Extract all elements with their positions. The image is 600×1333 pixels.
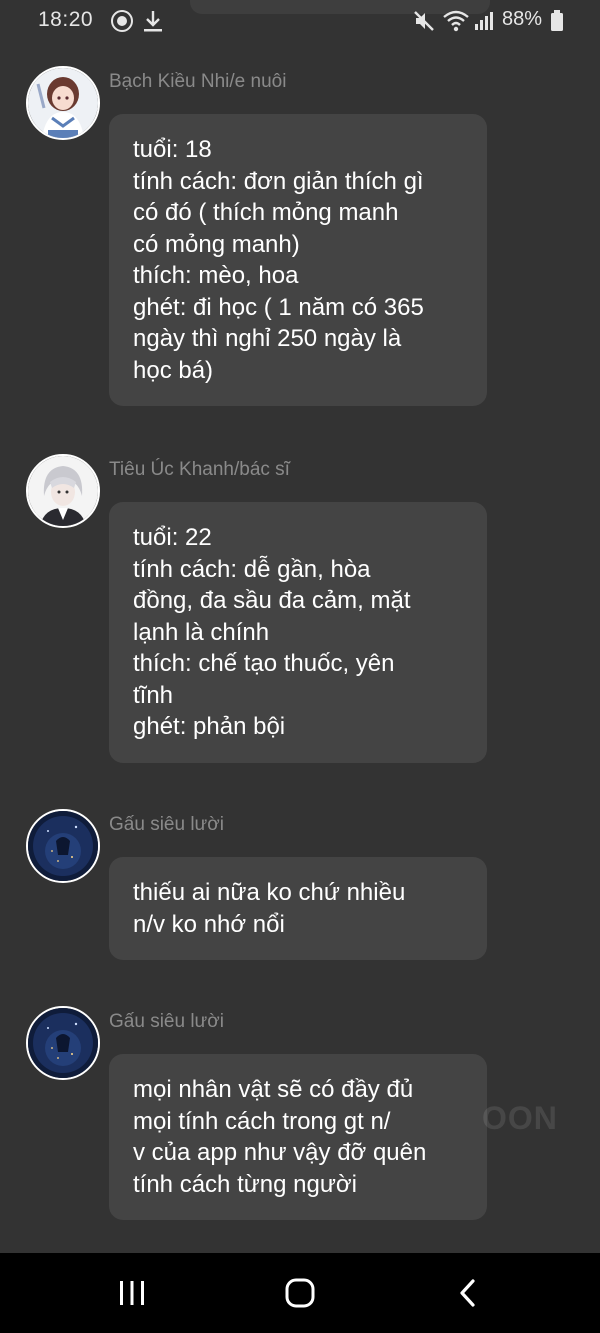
message-line: thích: chế tạo thuốc, yên [133, 650, 395, 677]
back-icon [460, 1279, 475, 1307]
message-line: có mỏng manh) [133, 230, 300, 258]
download-icon [142, 9, 164, 38]
mute-icon [412, 9, 436, 38]
message-line: tuổi: 18 [133, 136, 212, 163]
message-line: n/v ko nhớ nổi [133, 910, 285, 938]
message-bubble[interactable]: tuổi: 22 tính cách: dễ gần, hòa đồng, đa… [109, 502, 487, 763]
sender-name: Gấu siêu lười [109, 814, 224, 835]
home-button[interactable] [270, 1271, 330, 1315]
navigation-bar [0, 1253, 600, 1333]
status-bar: 18:20 88% [0, 0, 600, 42]
message-line: thiếu ai nữa ko chứ nhiều [133, 879, 406, 906]
sender-avatar[interactable] [26, 454, 100, 528]
app-watermark: OON [482, 1100, 558, 1136]
message-line: ghét: đi học ( 1 năm có 365 [133, 293, 424, 321]
message-line: ghét: phản bội [133, 713, 286, 740]
sender-name: Gấu siêu lười [109, 1011, 224, 1032]
sender-avatar[interactable] [26, 1006, 100, 1080]
message-line: học bá) [133, 356, 214, 384]
message-line: tĩnh [133, 681, 174, 709]
status-time: 18:20 [38, 8, 94, 31]
message-line: tính cách: dễ gần, hòa [133, 555, 371, 583]
message-line: đồng, đa sầu đa cảm, mặt [133, 587, 411, 614]
sender-avatar[interactable] [26, 809, 100, 883]
message-line: mọi nhân vật sẽ có đầy đủ [133, 1076, 414, 1103]
message-bubble[interactable]: tuổi: 18 tính cách: đơn giản thích gì có… [109, 114, 487, 406]
message-line: mọi tính cách trong gt n/ [133, 1107, 391, 1135]
message-line: tính cách: đơn giản thích gì [133, 167, 424, 195]
sender-name: Bạch Kiều Nhi/e nuôi [109, 71, 287, 92]
message-line: tuổi: 22 [133, 524, 212, 551]
message-line: có đó ( thích mỏng manh [133, 199, 399, 226]
back-button[interactable] [438, 1271, 498, 1315]
message-line: v của app như vậy đỡ quên [133, 1139, 427, 1166]
message-line: tính cách từng người [133, 1170, 357, 1198]
message-line: ngày thì nghỉ 250 ngày là [133, 325, 402, 352]
night-sky-avatar [28, 1008, 98, 1078]
anime-girl-avatar [28, 68, 98, 138]
message-bubble[interactable]: thiếu ai nữa ko chứ nhiều n/v ko nhớ nổi [109, 857, 487, 960]
message-line: lạnh là chính [133, 618, 270, 646]
home-icon [285, 1278, 315, 1308]
message-bubble[interactable]: mọi nhân vật sẽ có đầy đủ mọi tính cách … [109, 1054, 487, 1220]
recent-apps-icon [120, 1281, 144, 1305]
sender-name: Tiêu Úc Khanh/bác sĩ [109, 459, 290, 480]
battery-icon [550, 9, 564, 38]
message-line: thích: mèo, hoa [133, 262, 299, 289]
anime-boy-avatar [28, 456, 98, 526]
recent-apps-button[interactable] [102, 1271, 162, 1315]
wifi-icon [442, 9, 470, 38]
night-sky-avatar [28, 811, 98, 881]
signal-icon [472, 9, 496, 38]
messenger-icon [110, 9, 134, 38]
battery-percentage: 88% [502, 8, 543, 30]
sender-avatar[interactable] [26, 66, 100, 140]
